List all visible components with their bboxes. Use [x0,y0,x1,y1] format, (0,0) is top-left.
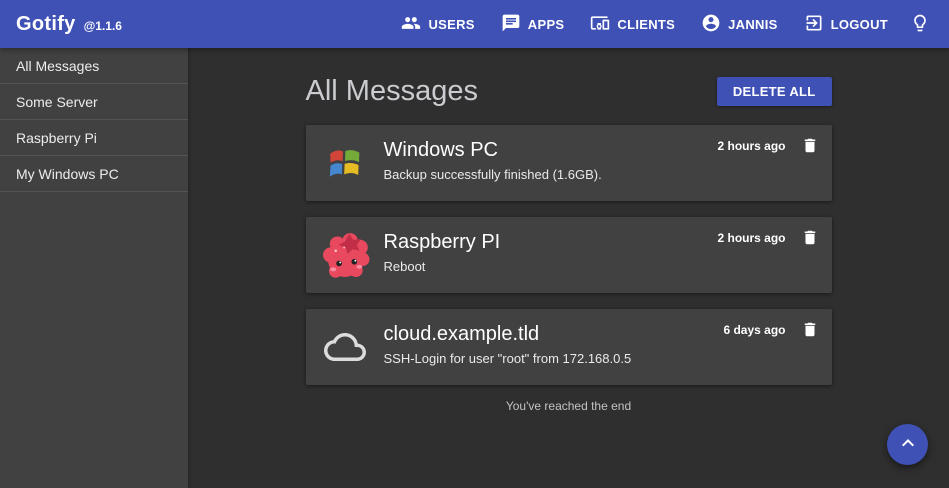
sidebar-item-raspberry-pi[interactable]: Raspberry Pi [0,120,188,156]
main-area: All Messages DELETE ALL Windows PC Backu… [188,48,949,488]
users-icon [401,13,421,36]
sidebar-item-my-windows-pc[interactable]: My Windows PC [0,156,188,192]
apps-icon [501,13,521,36]
message-timestamp: 2 hours ago [717,231,785,245]
delete-message-button[interactable] [801,228,819,247]
nav-apps-button[interactable]: APPS [488,5,578,44]
windows-logo-icon [306,125,384,201]
title-row: All Messages DELETE ALL [306,73,832,109]
end-of-list-text: You've reached the end [306,399,832,413]
trash-icon [801,327,819,342]
message-card-windows-pc: Windows PC Backup successfully finished … [306,125,832,201]
brand: Gotify @1.1.6 [16,13,122,36]
cloud-icon [306,309,384,385]
trash-icon [801,143,819,158]
scroll-to-top-button[interactable] [887,424,928,465]
message-timestamp: 6 days ago [723,323,785,337]
sidebar-item-label: Raspberry Pi [16,130,97,146]
nav-account-button[interactable]: JANNIS [688,5,790,44]
nav-logout-button[interactable]: LOGOUT [791,5,901,44]
nav-logout-label: LOGOUT [831,17,888,32]
lightbulb-icon [910,13,930,36]
message-body: SSH-Login for user "root" from 172.168.0… [384,351,832,366]
raspberry-icon [306,217,384,293]
page-title: All Messages [306,75,478,108]
trash-icon [801,235,819,250]
sidebar-item-label: Some Server [16,94,98,110]
chevron-up-icon [896,431,920,458]
delete-message-button[interactable] [801,136,819,155]
app-title: Gotify [16,13,76,36]
sidebar-item-some-server[interactable]: Some Server [0,84,188,120]
message-body: Backup successfully finished (1.6GB). [384,167,832,182]
message-card-cloud-example-tld: cloud.example.tld SSH-Login for user "ro… [306,309,832,385]
message-body: Reboot [384,259,832,274]
theme-toggle-button[interactable] [901,5,939,44]
nav-clients-button[interactable]: CLIENTS [577,5,688,44]
sidebar-item-label: All Messages [16,58,99,74]
message-card-raspberry-pi: Raspberry PI Reboot 2 hours ago [306,217,832,293]
nav-users-button[interactable]: USERS [388,5,487,44]
logout-icon [804,13,824,36]
nav-apps-label: APPS [528,17,565,32]
top-nav: USERS APPS CLIENTS JANNIS LOGOUT [388,5,939,44]
appbar: Gotify @1.1.6 USERS APPS CLIENTS JANNIS … [0,0,949,48]
sidebar-item-all-messages[interactable]: All Messages [0,48,188,84]
delete-message-button[interactable] [801,320,819,339]
account-icon [701,13,721,36]
nav-users-label: USERS [428,17,474,32]
nav-clients-label: CLIENTS [617,17,675,32]
message-timestamp: 2 hours ago [717,139,785,153]
sidebar-item-label: My Windows PC [16,166,119,182]
delete-all-button[interactable]: DELETE ALL [717,77,832,106]
sidebar: All Messages Some Server Raspberry Pi My… [0,48,188,488]
clients-icon [590,13,610,36]
app-version: @1.1.6 [84,19,122,33]
nav-account-label: JANNIS [728,17,777,32]
